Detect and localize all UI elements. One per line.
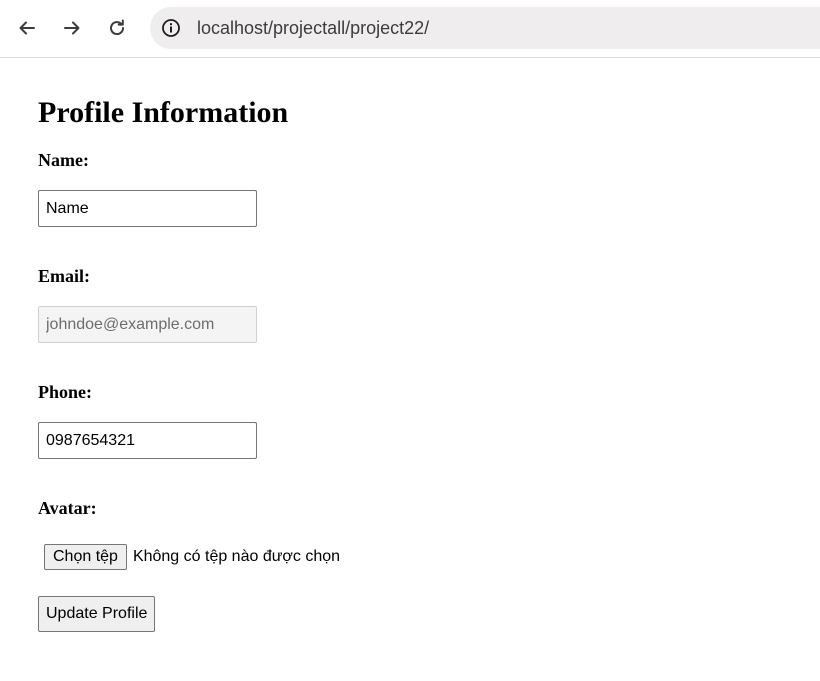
avatar-file-input[interactable]: Chọn tệp Không có tệp nào được chọn (44, 544, 340, 570)
email-label: Email: (38, 266, 90, 286)
forward-button[interactable] (54, 10, 90, 46)
browser-toolbar: localhost/projectall/project22/ (0, 0, 820, 58)
avatar-label: Avatar: (38, 498, 97, 518)
arrow-left-icon (19, 21, 35, 35)
update-profile-button[interactable]: Update Profile (38, 596, 156, 632)
file-status-text: Không có tệp nào được chọn (132, 548, 341, 565)
phone-input[interactable] (38, 422, 257, 459)
reload-icon (110, 19, 125, 36)
name-input[interactable] (38, 190, 257, 227)
name-label: Name: (38, 150, 89, 170)
reload-button[interactable] (99, 10, 135, 46)
choose-file-button[interactable]: Chọn tệp (44, 544, 127, 570)
arrow-right-icon (64, 21, 80, 35)
back-button[interactable] (9, 10, 45, 46)
address-bar[interactable]: localhost/projectall/project22/ (150, 7, 820, 49)
site-info-button[interactable] (160, 17, 182, 39)
url-text[interactable]: localhost/projectall/project22/ (197, 17, 429, 39)
page-title: Profile Information (38, 96, 289, 129)
info-icon (162, 19, 180, 37)
phone-label: Phone: (38, 382, 92, 402)
email-input (38, 306, 257, 343)
